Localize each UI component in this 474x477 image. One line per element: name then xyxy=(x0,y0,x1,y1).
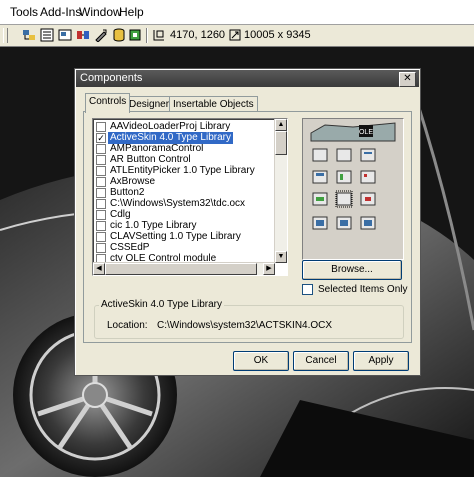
chevron-right-icon: ▶ xyxy=(266,265,272,272)
scroll-up-button[interactable]: ▲ xyxy=(275,119,287,131)
component-list-item[interactable]: ATLEntityPicker 1.0 Type Library xyxy=(95,165,273,177)
component-checkbox[interactable] xyxy=(96,243,106,253)
control-preview-panel: OLE xyxy=(302,118,404,260)
component-name: AAVideoLoaderProj Library xyxy=(110,121,231,132)
component-info-title: ActiveSkin 4.0 Type Library xyxy=(99,299,224,310)
component-name: ATLEntityPicker 1.0 Type Library xyxy=(110,165,255,176)
component-list-item[interactable]: AR Button Control xyxy=(95,154,273,166)
component-name: CSSEdP xyxy=(110,242,150,253)
component-list-item[interactable]: ✓ ActiveSkin 4.0 Type Library xyxy=(95,132,273,144)
cancel-button[interactable]: Cancel xyxy=(293,351,349,371)
selected-items-only-label: Selected Items Only xyxy=(318,284,408,295)
component-list-item[interactable]: Cdlg xyxy=(95,209,273,221)
component-name: AR Button Control xyxy=(110,154,191,165)
location-value: C:\Windows\system32\ACTSKIN4.OCX xyxy=(157,320,333,331)
component-checkbox[interactable] xyxy=(96,122,106,132)
component-name: AMPanoramaControl xyxy=(110,143,204,154)
dialog-title: Components xyxy=(80,72,143,84)
controls-tab-panel: ctv OLE Control module CSSEdP CLAVSetting … xyxy=(83,111,412,343)
toolbox-icon[interactable] xyxy=(94,28,108,42)
component-checkbox[interactable] xyxy=(96,177,106,187)
component-name: C:\Windows\System32\tdc.ocx xyxy=(110,198,246,209)
scroll-thumb[interactable] xyxy=(275,131,287,155)
visual-component-manager-icon[interactable] xyxy=(128,28,142,42)
component-name: AxBrowse xyxy=(110,176,156,187)
component-list-item[interactable]: Button2 xyxy=(95,187,273,199)
list-vertical-scrollbar[interactable]: ▲ ▼ xyxy=(274,119,287,263)
component-list-item[interactable]: CSSEdP xyxy=(95,242,273,254)
properties-window-icon[interactable] xyxy=(40,28,54,42)
ok-button[interactable]: OK xyxy=(233,351,289,371)
toolbar-separator xyxy=(146,28,148,43)
menu-window[interactable]: Window xyxy=(79,5,122,19)
component-list-item[interactable]: C:\Windows\System32\tdc.ocx xyxy=(95,198,273,210)
location-label: Location: xyxy=(107,320,148,331)
position-icon xyxy=(153,30,164,41)
position-readout: 4170, 1260 xyxy=(170,29,226,41)
component-checkbox[interactable] xyxy=(96,155,106,165)
tab-insertable-objects-label: Insertable Objects xyxy=(173,99,254,110)
component-checkbox[interactable] xyxy=(96,221,106,231)
components-list[interactable]: ctv OLE Control module CSSEdP CLAVSetting … xyxy=(92,118,288,276)
object-browser-icon[interactable] xyxy=(76,28,90,42)
project-explorer-icon[interactable] xyxy=(22,28,36,42)
menu-bar: Tools Add-Ins Window Help xyxy=(0,0,474,25)
ole-icon-label: OLE xyxy=(359,129,373,136)
menu-add-ins[interactable]: Add-Ins xyxy=(40,5,81,19)
component-checkbox[interactable] xyxy=(96,188,106,198)
menu-help[interactable]: Help xyxy=(119,5,144,19)
component-name: Cdlg xyxy=(110,209,131,220)
apply-button[interactable]: Apply xyxy=(353,351,409,371)
component-name: CLAVSetting 1.0 Type Library xyxy=(110,231,241,242)
component-list-item[interactable]: cic 1.0 Type Library xyxy=(95,220,273,232)
form-layout-icon[interactable] xyxy=(58,28,72,42)
tab-controls[interactable]: Controls xyxy=(85,93,131,113)
component-list-item[interactable]: CLAVSetting 1.0 Type Library xyxy=(95,231,273,243)
tab-controls-label: Controls xyxy=(89,96,127,107)
tab-insertable-objects[interactable]: Insertable Objects xyxy=(169,96,258,112)
scroll-right-button[interactable]: ▶ xyxy=(263,263,275,275)
component-list-item[interactable]: AMPanoramaControl xyxy=(95,143,273,155)
scroll-down-button[interactable]: ▼ xyxy=(275,251,287,263)
data-view-icon[interactable] xyxy=(112,28,126,42)
toolbox-preview-icons: OLE xyxy=(310,122,396,230)
size-icon xyxy=(229,29,241,41)
toolbar-grip[interactable] xyxy=(3,28,8,43)
component-checkbox[interactable]: ✓ xyxy=(96,133,106,143)
scroll-thumb-horizontal[interactable] xyxy=(105,263,257,275)
component-checkbox[interactable] xyxy=(96,166,106,176)
menu-tools[interactable]: Tools xyxy=(10,5,38,19)
dialog-titlebar[interactable]: Components ✕ xyxy=(76,70,419,87)
component-info-group: ActiveSkin 4.0 Type Library Location: C:… xyxy=(94,299,404,339)
list-horizontal-scrollbar[interactable]: ◀ ▶ xyxy=(93,262,275,275)
chevron-left-icon: ◀ xyxy=(96,265,102,272)
chevron-up-icon: ▲ xyxy=(277,121,285,128)
component-name: cic 1.0 Type Library xyxy=(110,220,197,231)
tab-designers-label: Designers xyxy=(129,99,175,110)
component-checkbox[interactable] xyxy=(96,210,106,220)
component-name: Button2 xyxy=(110,187,145,198)
browse-button[interactable]: Browse... xyxy=(302,260,402,280)
components-dialog: Components ✕ Controls Designers Insertab… xyxy=(74,68,421,376)
close-button[interactable]: ✕ xyxy=(399,72,416,87)
selected-items-only-checkbox[interactable] xyxy=(302,284,313,295)
size-readout: 10005 x 9345 xyxy=(244,29,311,41)
component-list-item[interactable]: AxBrowse xyxy=(95,176,273,188)
close-icon: ✕ xyxy=(403,73,412,84)
component-checkbox[interactable] xyxy=(96,144,106,154)
component-checkbox[interactable] xyxy=(96,199,106,209)
chevron-down-icon: ▼ xyxy=(277,253,285,260)
standard-toolbar: 4170, 1260 10005 x 9345 xyxy=(0,25,474,47)
component-name: ActiveSkin 4.0 Type Library xyxy=(108,132,233,144)
component-list-item[interactable]: AAVideoLoaderProj Library xyxy=(95,121,273,133)
scroll-left-button[interactable]: ◀ xyxy=(93,263,105,275)
component-checkbox[interactable] xyxy=(96,232,106,242)
